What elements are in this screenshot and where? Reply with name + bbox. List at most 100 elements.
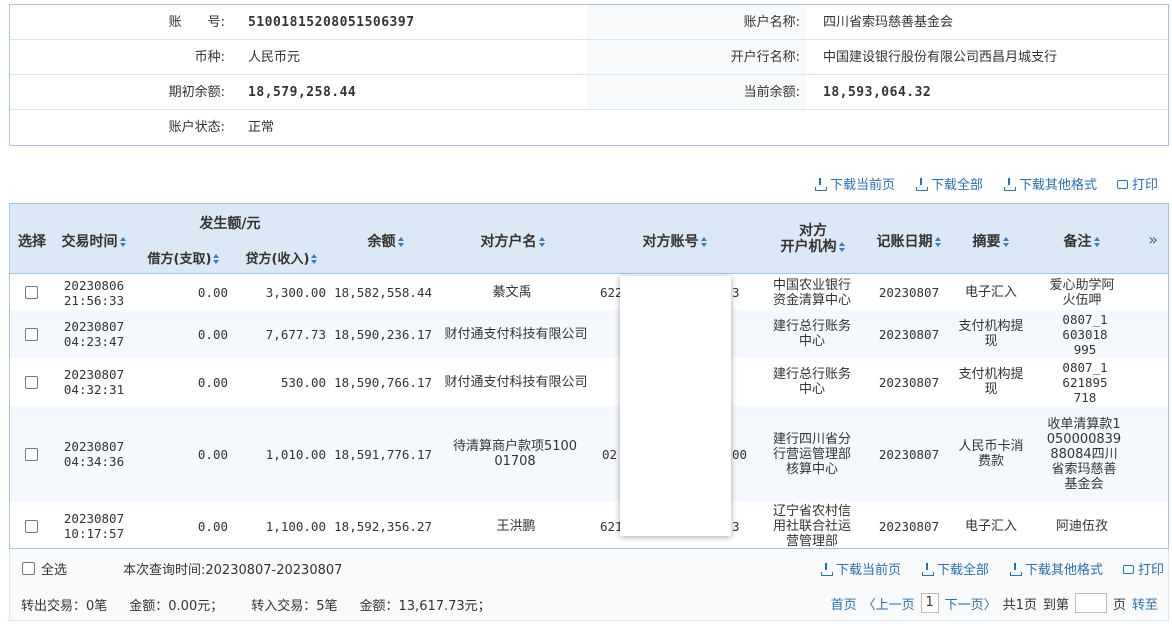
page-number-input[interactable] (1074, 593, 1107, 613)
row-time: 20230807 04:23:47 (56, 310, 132, 358)
summary-in-count: 转入交易：5笔 (251, 599, 338, 614)
download-icon (915, 177, 928, 191)
go-button[interactable]: 转至 (1132, 594, 1158, 613)
row-clock: 21:56:33 (63, 292, 125, 308)
sort-icon (838, 241, 846, 253)
download-page-link[interactable]: 下载当前页 (820, 559, 901, 578)
current-page[interactable]: 1 (920, 593, 939, 613)
next-page-link[interactable]: 下一页〉 (945, 594, 997, 613)
row-time: 20230807 04:32:31 (56, 358, 132, 406)
select-all-checkbox[interactable] (22, 562, 35, 575)
print-link[interactable]: 打印 (1122, 559, 1164, 578)
col-summary[interactable]: 摘要 (965, 231, 1017, 251)
row-checkbox[interactable] (24, 375, 38, 389)
col-cp-account[interactable]: 对方账号 (632, 231, 718, 251)
download-icon (820, 562, 833, 576)
download-all-link[interactable]: 下载全部 (915, 174, 983, 193)
download-other-link[interactable]: 下载其他格式 (1009, 559, 1103, 578)
table-row: 20230807 04:32:31 0.00 530.00 18,590,766.… (10, 358, 1168, 406)
row-credit: 1,010.00 (265, 446, 326, 462)
row-remark: 0807_1603018995 (1062, 311, 1108, 357)
status-label: 账户状态: (10, 110, 231, 145)
table-row: 20230807 04:23:47 0.00 7,677.73 18,590,23… (10, 310, 1168, 358)
account-info-panel: 账 号: 51001815208051506397 账户名称: 四川省索玛慈善基… (9, 4, 1169, 146)
row-summary: 电子汇入 (964, 518, 1017, 534)
download-all-link[interactable]: 下载全部 (921, 559, 989, 578)
row-summary: 支付机构提现 (958, 367, 1024, 397)
empty-cell (587, 110, 1168, 145)
row-balance: 18,591,776.17 (334, 446, 432, 462)
currency-label: 币种: (10, 40, 231, 74)
row-checkbox[interactable] (24, 286, 38, 299)
col-select: 选择 (18, 234, 46, 250)
download-other-link[interactable]: 下载其他格式 (1003, 174, 1097, 193)
row-cp-bank: 建行四川省分行营运管理部核算中心 (772, 431, 851, 477)
col-cp-name[interactable]: 对方户名 (470, 231, 556, 251)
row-time: 20230807 10:17:57 (56, 502, 132, 548)
col-remark[interactable]: 备注 (1056, 231, 1108, 251)
download-icon (921, 562, 934, 576)
row-checkbox[interactable] (24, 327, 38, 341)
bank-value: 中国建设银行股份有限公司西昌月城支行 (806, 40, 1168, 74)
row-clock: 10:17:57 (63, 526, 125, 541)
col-time[interactable]: 交易时间 (56, 231, 132, 251)
row-checkbox-cell[interactable] (22, 406, 40, 502)
page-unit-label: 页 (1112, 597, 1126, 613)
download-icon (1009, 562, 1022, 576)
col-cp-account-label: 对方账号 (642, 234, 699, 250)
row-date: 20230807 (63, 511, 125, 526)
row-debit: 0.00 (197, 326, 228, 342)
row-balance: 18,590,766.17 (334, 374, 432, 390)
row-summary: 电子汇入 (964, 285, 1017, 300)
row-clock: 04:32:31 (63, 382, 125, 397)
row-debit: 0.00 (197, 518, 228, 534)
prev-page-link[interactable]: 〈上一页 (863, 594, 915, 613)
expand-columns-icon[interactable]: » (1148, 230, 1158, 249)
row-checkbox[interactable] (24, 447, 38, 461)
table-row: 20230807 04:34:36 0.00 1,010.00 18,591,77… (10, 406, 1168, 502)
row-book-date: 20230807 (878, 285, 940, 300)
row-clock: 04:34:36 (63, 454, 125, 469)
row-checkbox-cell[interactable] (22, 310, 40, 358)
row-checkbox-cell[interactable] (22, 275, 40, 310)
summary-in-amount: 金额：13,617.73元； (359, 599, 491, 614)
bank-label: 开户行名称: (587, 40, 806, 74)
row-debit: 0.00 (197, 285, 228, 300)
sort-icon (1002, 236, 1010, 248)
sort-icon (397, 236, 405, 248)
row-checkbox-cell[interactable] (22, 358, 40, 406)
col-cp-bank-label-2: 开户机构 (780, 239, 837, 255)
row-cp-bank: 中国农业银行资金清算中心 (772, 277, 851, 308)
download-page-link[interactable]: 下载当前页 (814, 174, 895, 193)
sort-icon (700, 236, 708, 248)
print-label: 打印 (1137, 563, 1164, 578)
print-link[interactable]: 打印 (1116, 174, 1158, 193)
table-header: 选择 交易时间 发生额/元 借方(支取) 贷方(收入) 余额 对方户名 对方账号… (10, 204, 1168, 274)
col-cp-bank[interactable]: 对方 开户机构 (770, 223, 856, 255)
col-balance[interactable]: 余额 (350, 231, 422, 251)
col-book-date[interactable]: 记账日期 (870, 231, 948, 251)
col-amount-group: 发生额/元 (199, 216, 261, 232)
row-checkbox[interactable] (24, 519, 38, 533)
row-checkbox-cell[interactable] (22, 502, 40, 548)
total-pages: 共1页 (1002, 597, 1037, 613)
col-credit[interactable]: 贷方(收入) (236, 248, 328, 267)
print-icon (1122, 565, 1134, 574)
row-cp-bank: 辽宁省农村信用社联合社运营管理部 (772, 503, 851, 549)
first-page-link[interactable]: 首页 (831, 594, 857, 613)
col-summary-label: 摘要 (972, 234, 1001, 250)
current-balance-label: 当前余额: (587, 75, 806, 109)
current-balance-value: 18,593,064.32 (806, 75, 1168, 109)
status-value: 正常 (231, 110, 587, 145)
row-remark: 收单清算款105000083988084四川省索玛慈善基金会 (1046, 416, 1122, 492)
table-row: 20230806 21:56:33 0.00 3,300.00 18,582,55… (10, 275, 1168, 310)
download-icon (1003, 177, 1016, 191)
row-date: 20230807 (63, 319, 125, 334)
sort-icon (1093, 236, 1101, 248)
col-balance-label: 余额 (367, 234, 396, 250)
select-all[interactable]: 全选 (22, 559, 67, 578)
row-cp-bank: 建行总行账务中心 (772, 367, 851, 397)
row-time: 20230807 04:34:36 (56, 406, 132, 502)
col-debit[interactable]: 借方(支取) (138, 248, 230, 267)
bottom-actions: 下载当前页 下载全部 下载其他格式 打印 (820, 559, 1164, 578)
